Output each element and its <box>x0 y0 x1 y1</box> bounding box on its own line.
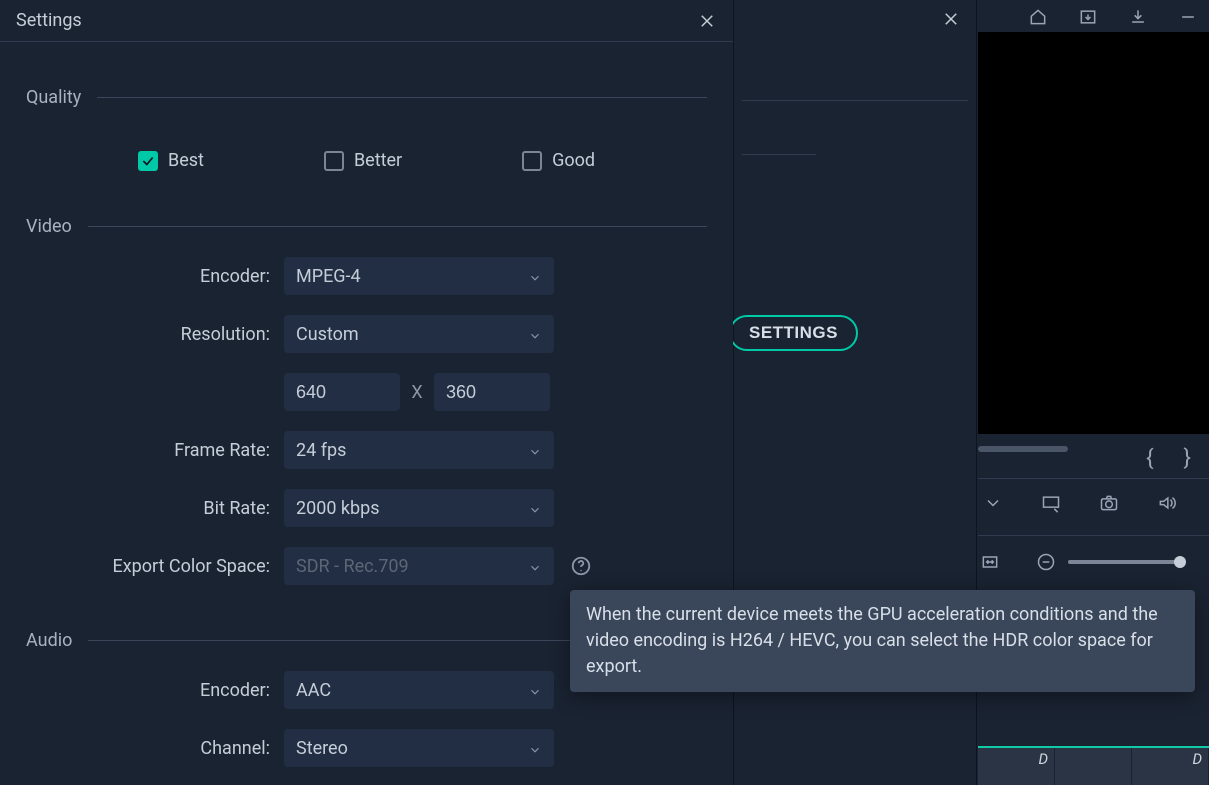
checkbox-checked-icon <box>138 151 158 171</box>
encoder-select[interactable]: MPEG-4 <box>284 257 554 295</box>
framerate-select[interactable]: 24 fps <box>284 431 554 469</box>
audio-encoder-select[interactable]: AAC <box>284 671 554 709</box>
divider <box>88 226 707 227</box>
quality-option-better[interactable]: Better <box>324 150 402 171</box>
divider <box>978 535 1209 536</box>
section-quality: Quality Best Better Good <box>26 87 707 171</box>
settings-button[interactable]: SETTINGS <box>729 315 858 351</box>
mark-out-brace[interactable]: } <box>1184 446 1191 471</box>
help-icon[interactable] <box>570 555 592 577</box>
section-video: Video Encoder: MPEG-4 Resolution: Custom <box>26 216 707 585</box>
panel-title: Settings <box>16 10 82 31</box>
zoom-slider[interactable] <box>1068 560 1180 564</box>
checkbox-empty-icon <box>324 151 344 171</box>
resolution-value: Custom <box>296 324 359 345</box>
colorspace-value: SDR - Rec.709 <box>296 556 409 577</box>
audio-encoder-value: AAC <box>296 680 331 701</box>
encoder-value: MPEG-4 <box>296 266 361 287</box>
quality-option-best[interactable]: Best <box>138 150 204 171</box>
framerate-value: 24 fps <box>296 440 346 461</box>
close-icon[interactable] <box>697 11 717 31</box>
bitrate-select[interactable]: 2000 kbps <box>284 489 554 527</box>
audio-channel-label: Channel: <box>26 738 284 759</box>
colorspace-tooltip: When the current device meets the GPU ac… <box>570 590 1195 692</box>
resolution-select[interactable]: Custom <box>284 315 554 353</box>
close-icon[interactable] <box>942 10 960 33</box>
slider-knob[interactable] <box>1174 556 1186 568</box>
bitrate-label: Bit Rate: <box>26 498 284 519</box>
quality-label-best: Best <box>168 150 204 171</box>
colorspace-select[interactable]: SDR - Rec.709 <box>284 547 554 585</box>
chevron-down-icon <box>528 327 542 341</box>
fit-icon[interactable] <box>980 552 1000 572</box>
mark-in-brace[interactable]: { <box>1146 446 1153 471</box>
home-icon[interactable] <box>1027 6 1049 28</box>
clip-thumbnail[interactable]: D <box>1132 748 1209 785</box>
divider <box>742 154 816 155</box>
chevron-down-icon <box>528 269 542 283</box>
import-icon[interactable] <box>1077 6 1099 28</box>
display-icon[interactable] <box>1040 492 1062 514</box>
volume-icon[interactable] <box>1156 492 1178 514</box>
quality-option-good[interactable]: Good <box>522 150 595 171</box>
quality-label-good: Good <box>552 150 595 171</box>
preview-viewport[interactable] <box>978 32 1209 434</box>
chevron-down-icon <box>528 443 542 457</box>
minus-icon[interactable] <box>1177 6 1199 28</box>
divider <box>978 478 1209 479</box>
download-icon[interactable] <box>1127 6 1149 28</box>
quality-label-better: Better <box>354 150 402 171</box>
chevron-down-icon <box>528 741 542 755</box>
audio-channel-value: Stereo <box>296 738 348 759</box>
panel-header: Settings <box>0 0 733 42</box>
width-input[interactable] <box>284 373 400 411</box>
clip-thumbnail[interactable]: D <box>978 748 1055 785</box>
encoder-label: Encoder: <box>26 266 284 287</box>
x-separator: X <box>410 382 424 403</box>
colorspace-label: Export Color Space: <box>26 556 284 577</box>
framerate-label: Frame Rate: <box>26 440 284 461</box>
section-title-video: Video <box>26 216 72 237</box>
chevron-down-icon <box>528 559 542 573</box>
bitrate-value: 2000 kbps <box>296 498 380 519</box>
timeline-thumbnails[interactable]: D D <box>978 746 1209 785</box>
chevron-down-icon[interactable] <box>982 492 1004 514</box>
camera-icon[interactable] <box>1098 492 1120 514</box>
audio-channel-select[interactable]: Stereo <box>284 729 554 767</box>
scrub-bar[interactable] <box>978 446 1068 452</box>
divider <box>97 97 707 98</box>
section-title-quality: Quality <box>26 87 81 108</box>
section-title-audio: Audio <box>26 630 72 651</box>
clip-thumbnail[interactable] <box>1055 748 1132 785</box>
chevron-down-icon <box>528 501 542 515</box>
divider <box>742 100 968 101</box>
checkbox-empty-icon <box>522 151 542 171</box>
chevron-down-icon <box>528 683 542 697</box>
resolution-label: Resolution: <box>26 324 284 345</box>
height-input[interactable] <box>434 373 550 411</box>
zoom-out-icon[interactable] <box>1036 552 1056 572</box>
audio-encoder-label: Encoder: <box>26 680 284 701</box>
